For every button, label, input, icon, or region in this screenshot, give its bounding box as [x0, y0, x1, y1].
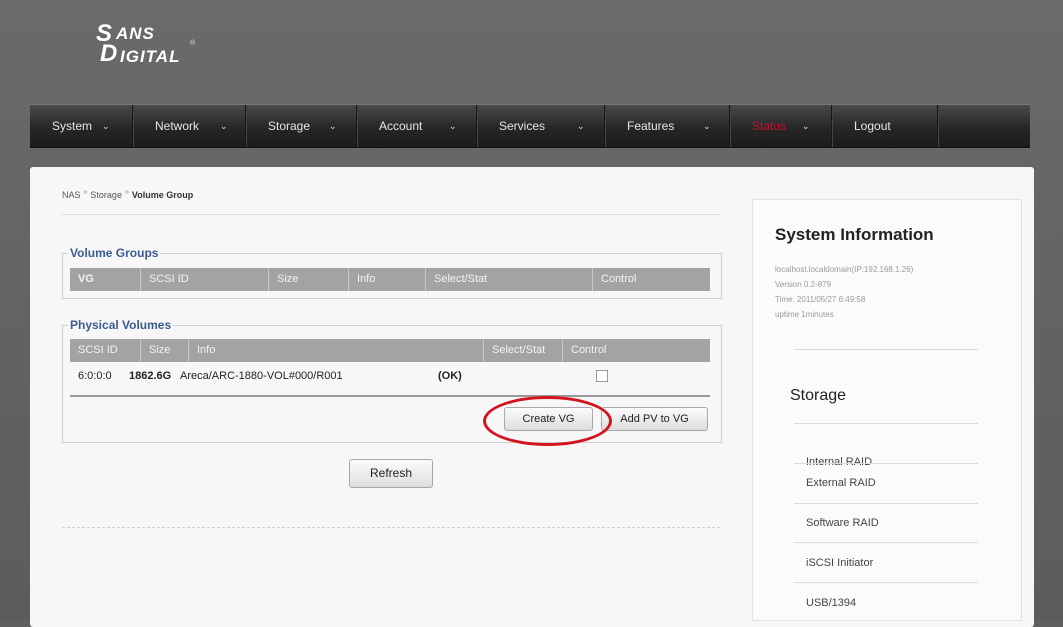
- nav-storage[interactable]: Storage ⌄: [246, 105, 357, 147]
- nav-label: Logout: [854, 119, 891, 133]
- pv-select-checkbox[interactable]: [596, 370, 608, 382]
- volume-groups-header: VG SCSI ID Size Info Select/Stat Control: [70, 268, 710, 291]
- chevron-down-icon: ⌄: [703, 121, 711, 131]
- nav-system[interactable]: System ⌄: [30, 105, 133, 147]
- breadcrumb: NAS» Storage» Volume Group: [62, 189, 193, 200]
- sidebar-item-iscsi-initiator[interactable]: iSCSI Initiator: [806, 557, 873, 569]
- volume-groups-legend: Volume Groups: [68, 246, 161, 260]
- system-info-version: Version 0.2-879: [775, 280, 832, 289]
- column-header-control: Control: [601, 273, 637, 285]
- chevron-down-icon: ⌄: [449, 121, 457, 131]
- pv-status: (OK): [438, 370, 462, 382]
- system-info-title: System Information: [775, 225, 934, 244]
- sidebar-item-internal-raid[interactable]: Internal RAID: [806, 456, 872, 468]
- chevron-down-icon: ⌄: [577, 121, 585, 131]
- physical-volumes-header: SCSI ID Size Info Select/Stat Control: [70, 339, 710, 362]
- nav-label: Network: [155, 119, 200, 133]
- divider: [794, 582, 978, 583]
- sidebar-item-external-raid[interactable]: External RAID: [806, 477, 876, 489]
- column-header-scsi-id: SCSI ID: [141, 268, 269, 291]
- column-header-size: Size: [141, 339, 189, 362]
- system-info-uptime: uptime 1minutes: [775, 310, 834, 319]
- physical-volumes-legend: Physical Volumes: [68, 318, 174, 332]
- sans-digital-logo: S ANS D IGITAL ®: [96, 20, 216, 70]
- nav-label: Features: [627, 119, 675, 133]
- breadcrumb-current: Volume Group: [131, 190, 194, 200]
- column-header-select-stat: Select/Stat: [426, 268, 593, 291]
- column-header-control: Control: [571, 344, 607, 356]
- sidebar-item-usb-1394[interactable]: USB/1394: [806, 597, 856, 609]
- breadcrumb-storage[interactable]: Storage: [90, 190, 122, 200]
- chevron-down-icon: ⌄: [802, 121, 810, 131]
- nav-network[interactable]: Network ⌄: [133, 105, 246, 147]
- logo-line2: IGITAL: [120, 47, 181, 66]
- nav-services[interactable]: Services ⌄: [477, 105, 605, 147]
- nav-logout[interactable]: Logout: [832, 105, 938, 147]
- logo-trademark: ®: [190, 40, 196, 47]
- storage-menu-title: Storage: [790, 387, 847, 404]
- divider: [794, 542, 978, 543]
- pv-size: 1862.6G: [129, 370, 172, 382]
- chevron-down-icon: ⌄: [102, 121, 110, 131]
- main-nav-bar: System ⌄ Network ⌄ Storage ⌄ Account ⌄ S…: [30, 104, 1030, 148]
- divider: [62, 527, 720, 528]
- highlight-circle: [483, 396, 612, 446]
- breadcrumb-root[interactable]: NAS: [62, 190, 81, 200]
- divider: [794, 463, 978, 464]
- refresh-button[interactable]: Refresh: [349, 459, 433, 488]
- nav-account[interactable]: Account ⌄: [357, 105, 477, 147]
- divider: [70, 395, 710, 397]
- nav-label: Services: [499, 119, 546, 133]
- add-pv-to-vg-button[interactable]: Add PV to VG: [601, 407, 708, 431]
- nav-status[interactable]: Status ⌄: [730, 105, 832, 147]
- sidebar: [752, 199, 1022, 621]
- nav-label: System: [52, 119, 93, 133]
- pv-scsi-id: 6:0:0:0: [78, 370, 112, 382]
- page: S ANS D IGITAL ® System ⌄ Network ⌄ Stor…: [0, 0, 1063, 627]
- divider: [794, 503, 978, 504]
- column-header-info: Info: [349, 268, 426, 291]
- breadcrumb-separator: »: [124, 189, 129, 196]
- pv-info: Areca/ARC-1880-VOL#000/R001: [180, 370, 343, 382]
- logo-line1: ANS: [116, 24, 155, 43]
- system-info-host: localhost.localdomain(IP:192.168.1.26): [775, 265, 914, 274]
- chevron-down-icon: ⌄: [220, 121, 228, 131]
- column-header-scsi-id: SCSI ID: [70, 339, 141, 362]
- column-header-vg: VG: [70, 268, 141, 291]
- system-info-time: Time: 2011/05/27 6:49:58: [775, 295, 866, 304]
- divider: [794, 423, 978, 424]
- sidebar-item-software-raid[interactable]: Software RAID: [806, 517, 879, 529]
- nav-label: Account: [379, 119, 423, 133]
- logo-letter-d: D: [100, 40, 119, 67]
- column-header-info: Info: [189, 339, 484, 362]
- column-header-select-stat: Select/Stat: [484, 339, 563, 362]
- nav-label: Status: [752, 119, 787, 133]
- nav-features[interactable]: Features ⌄: [605, 105, 730, 147]
- breadcrumb-separator: »: [83, 189, 88, 196]
- column-header-size: Size: [269, 268, 349, 291]
- divider: [62, 214, 720, 215]
- chevron-down-icon: ⌄: [329, 121, 337, 131]
- divider: [794, 349, 978, 350]
- nav-label: Storage: [268, 119, 311, 133]
